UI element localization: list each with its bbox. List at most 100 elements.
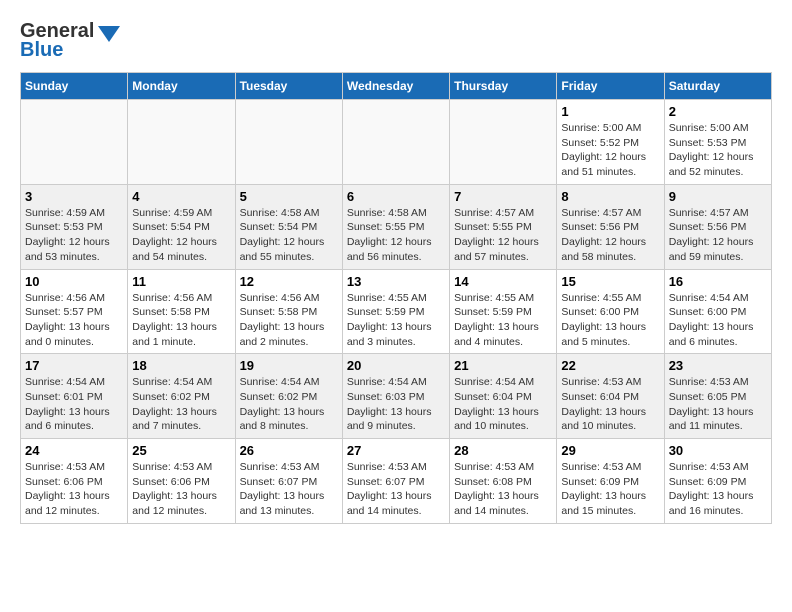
calendar-cell: 15 Sunrise: 4:55 AMSunset: 6:00 PMDayligh… <box>557 269 664 354</box>
calendar-cell: 1 Sunrise: 5:00 AMSunset: 5:52 PMDaylight… <box>557 100 664 185</box>
day-number: 6 <box>347 189 445 204</box>
day-number: 21 <box>454 358 552 373</box>
calendar-cell: 28Sunrise: 4:53 AMSunset: 6:08 PMDayligh… <box>450 439 557 524</box>
day-info: Sunrise: 4:54 AMSunset: 6:02 PMDaylight:… <box>132 375 230 434</box>
day-number: 2 <box>669 104 767 119</box>
header-wednesday: Wednesday <box>342 73 449 100</box>
calendar-table: SundayMondayTuesdayWednesdayThursdayFrid… <box>20 72 772 524</box>
calendar-cell: 17 Sunrise: 4:54 AMSunset: 6:01 PMDayligh… <box>21 354 128 439</box>
header-friday: Friday <box>557 73 664 100</box>
calendar-week-5: 24 Sunrise: 4:53 AMSunset: 6:06 PMDayligh… <box>21 439 772 524</box>
day-number: 8 <box>561 189 659 204</box>
day-number: 26 <box>240 443 338 458</box>
day-info: Sunrise: 5:00 AMSunset: 5:52 PMDaylight:… <box>561 121 659 180</box>
day-number: 25 <box>132 443 230 458</box>
day-info: Sunrise: 4:54 AMSunset: 6:02 PMDaylight:… <box>240 375 338 434</box>
day-number: 4 <box>132 189 230 204</box>
day-info: Sunrise: 4:57 AMSunset: 5:56 PMDaylight:… <box>561 206 659 265</box>
header-saturday: Saturday <box>664 73 771 100</box>
calendar-cell: 26 Sunrise: 4:53 AMSunset: 6:07 PMDayligh… <box>235 439 342 524</box>
calendar-cell: 18 Sunrise: 4:54 AMSunset: 6:02 PMDayligh… <box>128 354 235 439</box>
day-number: 13 <box>347 274 445 289</box>
day-info: Sunrise: 4:55 AMSunset: 5:59 PMDaylight:… <box>454 291 552 350</box>
calendar-cell: 2 Sunrise: 5:00 AMSunset: 5:53 PMDaylight… <box>664 100 771 185</box>
page-header: General Blue <box>20 20 772 62</box>
calendar-cell: 29 Sunrise: 4:53 AMSunset: 6:09 PMDayligh… <box>557 439 664 524</box>
day-info: Sunrise: 4:59 AMSunset: 5:53 PMDaylight:… <box>25 206 123 265</box>
day-number: 17 <box>25 358 123 373</box>
day-info: Sunrise: 4:55 AMSunset: 6:00 PMDaylight:… <box>561 291 659 350</box>
day-number: 15 <box>561 274 659 289</box>
day-info: Sunrise: 4:55 AMSunset: 5:59 PMDaylight:… <box>347 291 445 350</box>
header-thursday: Thursday <box>450 73 557 100</box>
day-number: 20 <box>347 358 445 373</box>
day-number: 11 <box>132 274 230 289</box>
calendar-cell: 7Sunrise: 4:57 AMSunset: 5:55 PMDaylight… <box>450 184 557 269</box>
calendar-cell: 8 Sunrise: 4:57 AMSunset: 5:56 PMDaylight… <box>557 184 664 269</box>
day-number: 5 <box>240 189 338 204</box>
day-number: 1 <box>561 104 659 119</box>
day-number: 29 <box>561 443 659 458</box>
day-info: Sunrise: 4:54 AMSunset: 6:04 PMDaylight:… <box>454 375 552 434</box>
logo-wave-icon <box>98 22 120 60</box>
header-sunday: Sunday <box>21 73 128 100</box>
calendar-cell: 9 Sunrise: 4:57 AMSunset: 5:56 PMDaylight… <box>664 184 771 269</box>
day-info: Sunrise: 4:53 AMSunset: 6:07 PMDaylight:… <box>347 460 445 519</box>
calendar-week-2: 3 Sunrise: 4:59 AMSunset: 5:53 PMDaylight… <box>21 184 772 269</box>
day-info: Sunrise: 4:57 AMSunset: 5:55 PMDaylight:… <box>454 206 552 265</box>
day-number: 16 <box>669 274 767 289</box>
calendar-cell: 23Sunrise: 4:53 AMSunset: 6:05 PMDayligh… <box>664 354 771 439</box>
day-info: Sunrise: 4:53 AMSunset: 6:06 PMDaylight:… <box>132 460 230 519</box>
day-number: 19 <box>240 358 338 373</box>
day-number: 28 <box>454 443 552 458</box>
calendar-cell: 20 Sunrise: 4:54 AMSunset: 6:03 PMDayligh… <box>342 354 449 439</box>
logo: General Blue <box>20 20 120 62</box>
day-number: 9 <box>669 189 767 204</box>
calendar-cell: 10 Sunrise: 4:56 AMSunset: 5:57 PMDayligh… <box>21 269 128 354</box>
day-info: Sunrise: 4:56 AMSunset: 5:58 PMDaylight:… <box>132 291 230 350</box>
calendar-week-4: 17 Sunrise: 4:54 AMSunset: 6:01 PMDayligh… <box>21 354 772 439</box>
day-number: 12 <box>240 274 338 289</box>
calendar-header-row: SundayMondayTuesdayWednesdayThursdayFrid… <box>21 73 772 100</box>
day-info: Sunrise: 4:54 AMSunset: 6:00 PMDaylight:… <box>669 291 767 350</box>
calendar-cell: 25 Sunrise: 4:53 AMSunset: 6:06 PMDayligh… <box>128 439 235 524</box>
calendar-cell: 16 Sunrise: 4:54 AMSunset: 6:00 PMDayligh… <box>664 269 771 354</box>
day-info: Sunrise: 4:56 AMSunset: 5:58 PMDaylight:… <box>240 291 338 350</box>
day-info: Sunrise: 4:53 AMSunset: 6:09 PMDaylight:… <box>561 460 659 519</box>
day-number: 23 <box>669 358 767 373</box>
calendar-cell <box>342 100 449 185</box>
day-info: Sunrise: 4:59 AMSunset: 5:54 PMDaylight:… <box>132 206 230 265</box>
calendar-cell <box>21 100 128 185</box>
day-number: 18 <box>132 358 230 373</box>
day-number: 14 <box>454 274 552 289</box>
calendar-cell <box>450 100 557 185</box>
day-info: Sunrise: 4:54 AMSunset: 6:01 PMDaylight:… <box>25 375 123 434</box>
calendar-week-3: 10 Sunrise: 4:56 AMSunset: 5:57 PMDayligh… <box>21 269 772 354</box>
day-info: Sunrise: 5:00 AMSunset: 5:53 PMDaylight:… <box>669 121 767 180</box>
day-number: 24 <box>25 443 123 458</box>
day-number: 3 <box>25 189 123 204</box>
day-info: Sunrise: 4:53 AMSunset: 6:09 PMDaylight:… <box>669 460 767 519</box>
calendar-cell: 3 Sunrise: 4:59 AMSunset: 5:53 PMDaylight… <box>21 184 128 269</box>
header-monday: Monday <box>128 73 235 100</box>
day-info: Sunrise: 4:53 AMSunset: 6:07 PMDaylight:… <box>240 460 338 519</box>
calendar-cell: 5 Sunrise: 4:58 AMSunset: 5:54 PMDaylight… <box>235 184 342 269</box>
day-number: 22 <box>561 358 659 373</box>
day-info: Sunrise: 4:53 AMSunset: 6:06 PMDaylight:… <box>25 460 123 519</box>
day-info: Sunrise: 4:53 AMSunset: 6:04 PMDaylight:… <box>561 375 659 434</box>
calendar-cell <box>235 100 342 185</box>
calendar-cell: 19 Sunrise: 4:54 AMSunset: 6:02 PMDayligh… <box>235 354 342 439</box>
calendar-cell: 24 Sunrise: 4:53 AMSunset: 6:06 PMDayligh… <box>21 439 128 524</box>
day-info: Sunrise: 4:58 AMSunset: 5:54 PMDaylight:… <box>240 206 338 265</box>
day-info: Sunrise: 4:57 AMSunset: 5:56 PMDaylight:… <box>669 206 767 265</box>
calendar-cell: 12 Sunrise: 4:56 AMSunset: 5:58 PMDayligh… <box>235 269 342 354</box>
day-info: Sunrise: 4:54 AMSunset: 6:03 PMDaylight:… <box>347 375 445 434</box>
header-tuesday: Tuesday <box>235 73 342 100</box>
day-info: Sunrise: 4:56 AMSunset: 5:57 PMDaylight:… <box>25 291 123 350</box>
day-info: Sunrise: 4:58 AMSunset: 5:55 PMDaylight:… <box>347 206 445 265</box>
calendar-week-1: 1 Sunrise: 5:00 AMSunset: 5:52 PMDaylight… <box>21 100 772 185</box>
day-number: 30 <box>669 443 767 458</box>
logo-blue: Blue <box>20 39 63 62</box>
day-number: 10 <box>25 274 123 289</box>
calendar-cell: 27Sunrise: 4:53 AMSunset: 6:07 PMDayligh… <box>342 439 449 524</box>
